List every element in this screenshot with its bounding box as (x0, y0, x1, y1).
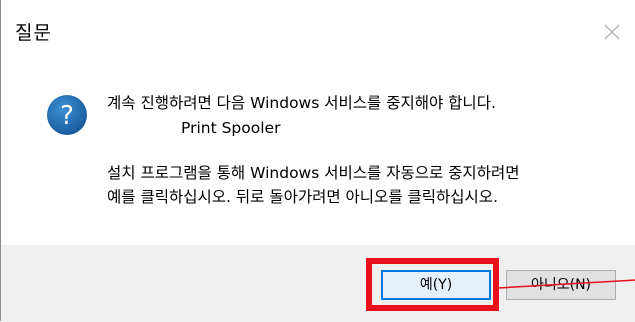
dialog-body: ? 계속 진행하려면 다음 Windows 서비스를 중지해야 합니다. Pri… (1, 60, 635, 245)
question-icon: ? (47, 95, 87, 135)
question-dialog: 질문 ? 계속 진행하려면 다음 Windows 서비스를 중지해야 합니다. … (0, 0, 635, 322)
close-icon (604, 24, 620, 40)
button-bar: 예(Y) 아니오(N) (1, 245, 635, 322)
yes-button[interactable]: 예(Y) (381, 270, 491, 300)
message-line-1: 계속 진행하려면 다음 Windows 서비스를 중지해야 합니다. (107, 94, 496, 112)
svg-text:?: ? (60, 101, 74, 131)
service-name: Print Spooler (181, 119, 281, 137)
window-title: 질문 (15, 22, 52, 44)
close-button[interactable] (590, 0, 635, 60)
message-line-3: 설치 프로그램을 통해 Windows 서비스를 자동으로 중지하려면 (107, 164, 520, 182)
message-line-4: 예를 클릭하십시오. 뒤로 돌아가려면 아니오를 클릭하십시오. (107, 188, 498, 206)
title-bar: 질문 (1, 0, 635, 60)
no-button[interactable]: 아니오(N) (506, 270, 616, 300)
